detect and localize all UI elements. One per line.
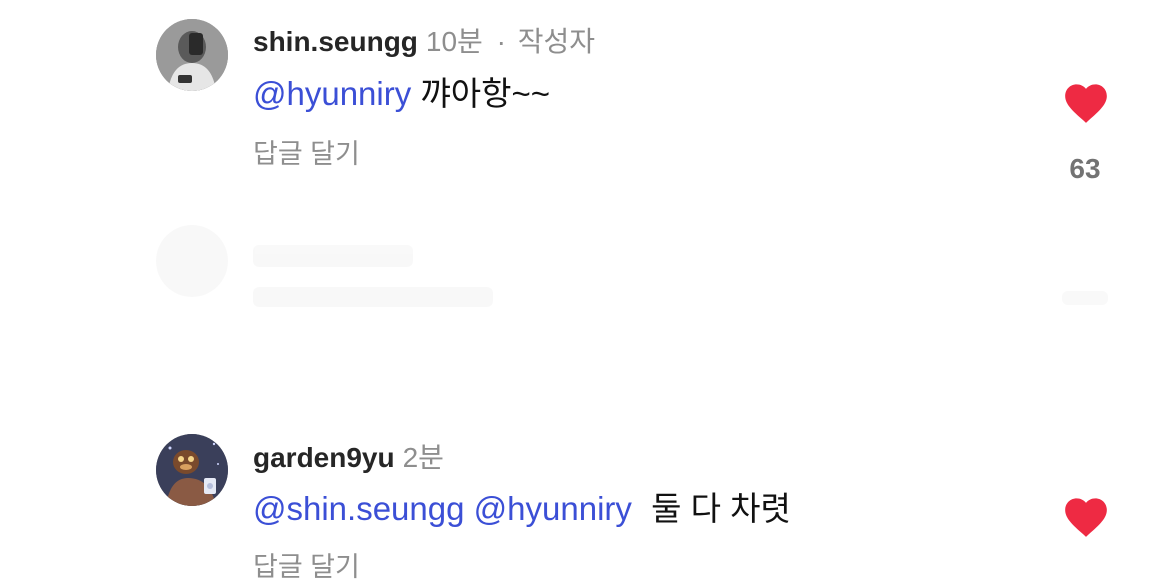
comment-header: shin.seungg 10분 · 작성자 xyxy=(253,20,595,60)
heart-icon[interactable] xyxy=(1061,492,1111,538)
avatar[interactable] xyxy=(156,19,228,91)
reply-button[interactable]: 답글 달기 xyxy=(253,132,360,171)
comment-text: @shin.seungg @hyunniry 둘 다 차렷 xyxy=(253,482,791,530)
timestamp: 10분 xyxy=(425,26,483,57)
reply-button[interactable]: 답글 달기 xyxy=(253,545,360,584)
mention-link[interactable]: @hyunniry xyxy=(474,490,632,527)
avatar[interactable] xyxy=(156,434,228,506)
comment-text: @hyunniry 꺄아항~~ xyxy=(253,67,550,115)
timestamp: 2분 xyxy=(402,442,444,473)
mention-link[interactable]: @shin.seungg xyxy=(253,490,464,527)
faded-comment xyxy=(0,225,1170,325)
username[interactable]: shin.seungg xyxy=(253,26,418,57)
placeholder-line xyxy=(1062,291,1108,305)
placeholder-line xyxy=(253,287,493,307)
like-count: 63 xyxy=(1069,153,1101,184)
heart-icon[interactable] xyxy=(1061,78,1111,124)
comment-body: 둘 다 차렷 xyxy=(651,490,791,527)
placeholder-line xyxy=(253,245,413,267)
author-badge: 작성자 xyxy=(517,26,595,57)
mention-link[interactable]: @hyunniry xyxy=(253,75,411,112)
comment-body: 꺄아항~~ xyxy=(420,75,551,112)
separator: · xyxy=(496,26,506,57)
comment-header: garden9yu 2분 xyxy=(253,436,444,476)
username[interactable]: garden9yu xyxy=(253,442,395,473)
avatar xyxy=(156,225,228,297)
